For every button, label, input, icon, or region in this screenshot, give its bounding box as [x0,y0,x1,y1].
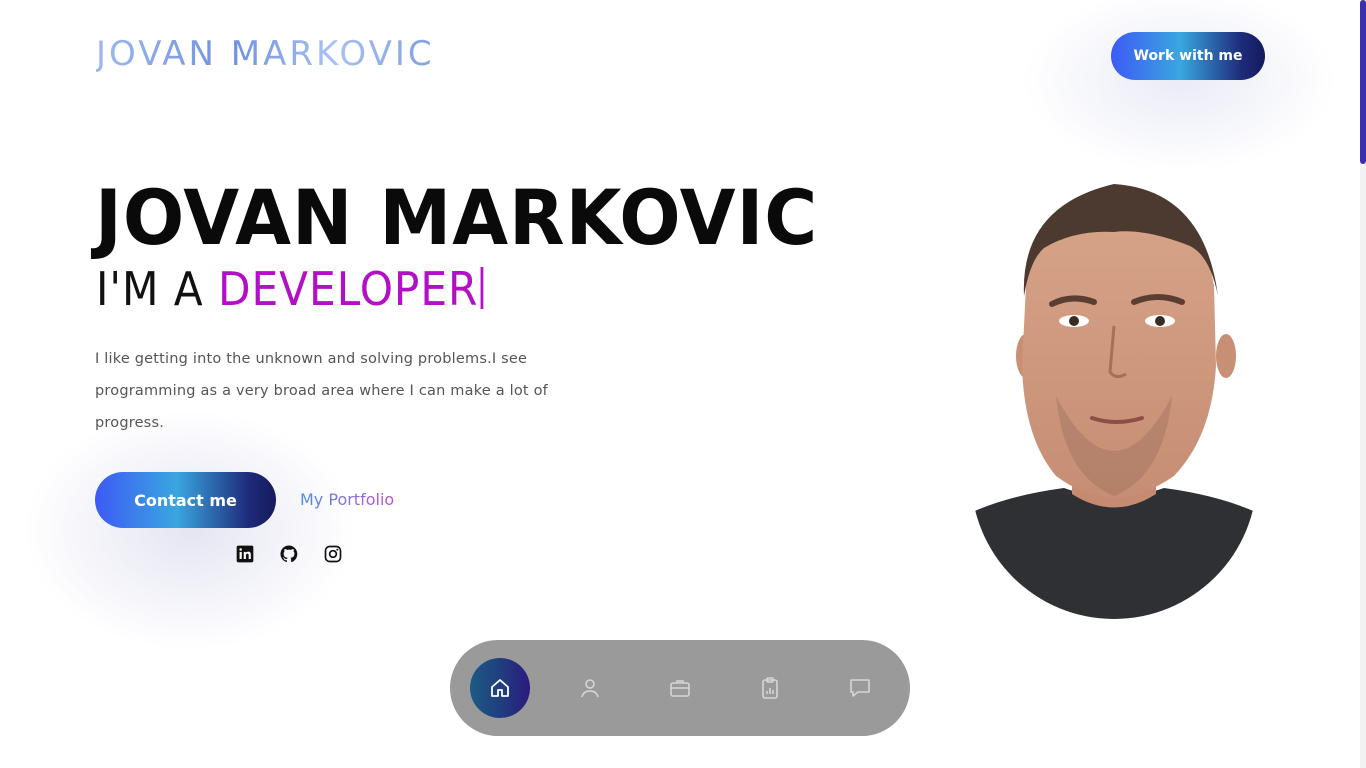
nav-home[interactable] [470,658,530,718]
hero-name: JOVAN MARKOVIC [95,173,819,262]
nav-contact[interactable] [830,658,890,718]
work-with-me-button[interactable]: Work with me [1111,32,1265,80]
hero-role: I'M A DEVELOPER [96,262,483,316]
profile-photo [971,184,1257,619]
contact-me-button[interactable]: Contact me [95,472,276,528]
clipboard-chart-icon [762,677,778,699]
briefcase-icon [670,680,690,697]
site-logo[interactable]: JOVAN MARKOVIC [96,34,435,74]
bottom-navigation [450,640,910,736]
nav-experience[interactable] [650,658,710,718]
nav-portfolio[interactable] [740,658,800,718]
typing-cursor [480,267,483,309]
role-prefix: I'M A [96,262,219,316]
user-icon [581,679,599,698]
instagram-icon[interactable] [322,543,344,565]
linkedin-icon[interactable] [234,543,256,565]
my-portfolio-link[interactable]: My Portfolio [300,489,394,511]
social-links [234,543,344,565]
home-icon [491,679,509,697]
github-icon[interactable] [278,543,300,565]
nav-about[interactable] [560,658,620,718]
message-icon [850,679,870,697]
contact-glow [10,400,370,660]
cta-glow [1010,0,1350,180]
page-scrollbar[interactable] [1360,0,1366,768]
role-word: DEVELOPER [218,262,479,316]
scrollbar-thumb[interactable] [1360,0,1366,164]
